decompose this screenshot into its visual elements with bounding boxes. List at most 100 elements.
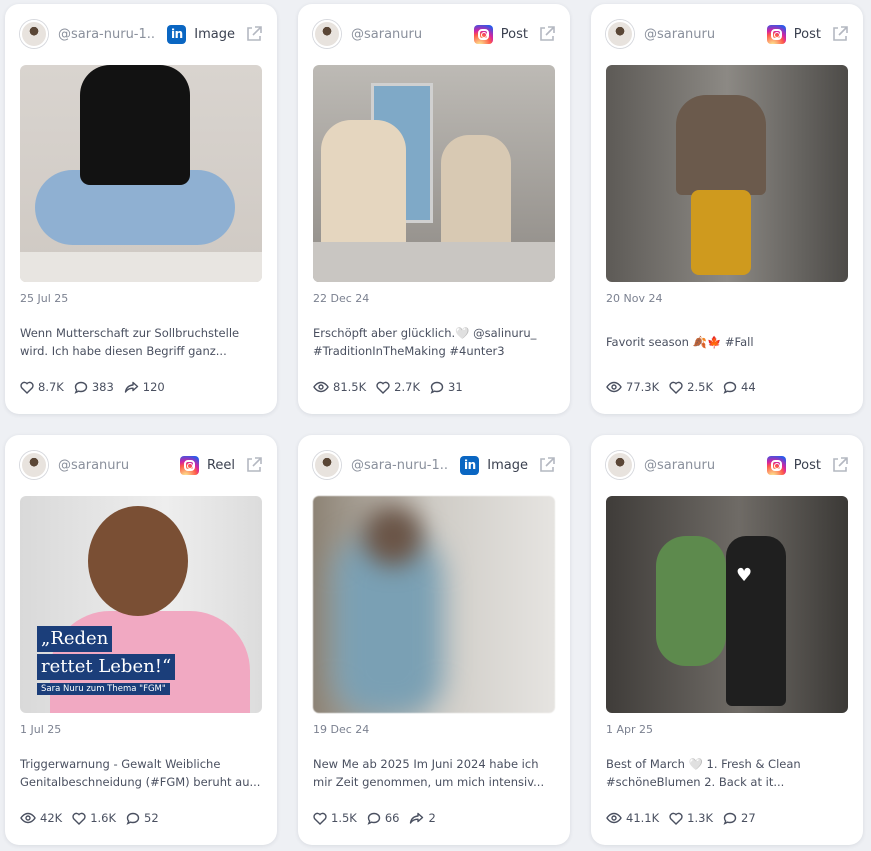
comment-icon	[74, 381, 88, 394]
post-image[interactable]	[313, 65, 555, 282]
post-type-label: Post	[793, 26, 821, 42]
post-card[interactable]: @sara-nuru-1... in Image 19 Dec 24 New M…	[298, 435, 570, 845]
post-type-label: Post	[793, 457, 821, 473]
post-stats: 1.5K 66 2	[313, 811, 446, 825]
share-icon	[124, 381, 138, 393]
card-header: @saranuru Post	[313, 19, 556, 49]
external-link-icon[interactable]	[538, 456, 556, 474]
account-handle: @saranuru	[351, 26, 423, 42]
eye-icon	[20, 812, 36, 824]
caption-line: wird. Ich habe diesen Begriff ganz...	[20, 344, 227, 358]
post-caption: New Me ab 2025 Im Juni 2024 habe ich mir…	[313, 755, 555, 791]
post-card[interactable]: @saranuru Post 22 Dec 24 Erschöpft aber …	[298, 4, 570, 414]
platform-badge: Post	[473, 24, 528, 44]
eye-icon	[606, 812, 622, 824]
instagram-icon	[473, 24, 493, 44]
views-stat: 81.5K	[313, 380, 366, 394]
likes-stat: 1.3K	[669, 811, 713, 825]
avatar	[313, 20, 341, 48]
account-handle: @sara-nuru-1...	[351, 457, 449, 473]
post-card[interactable]: @saranuru Reel „Reden rettet Leben!“ Sar…	[5, 435, 277, 845]
reel-quote: „Reden rettet Leben!“	[37, 626, 176, 682]
account-handle: @saranuru	[644, 26, 716, 42]
post-card[interactable]: @sara-nuru-1... in Image 25 Jul 25 Wenn …	[5, 4, 277, 414]
post-type-label: Image	[194, 26, 235, 42]
comments-stat: 383	[74, 380, 114, 394]
shares-stat: 2	[409, 811, 436, 825]
post-image[interactable]	[606, 65, 848, 282]
likes-stat: 1.5K	[313, 811, 357, 825]
post-card[interactable]: @saranuru Post 20 Nov 24 Favorit season …	[591, 4, 863, 414]
post-caption: Erschöpft aber glücklich.🤍 @salinuru_ #T…	[313, 324, 555, 360]
card-header: @saranuru Post	[606, 450, 849, 480]
heart-icon	[313, 812, 327, 825]
post-caption: Wenn Mutterschaft zur Sollbruchstelle wi…	[20, 324, 262, 360]
post-date: 20 Nov 24	[606, 292, 663, 305]
account-handle: @saranuru	[58, 457, 130, 473]
platform-badge: in Image	[167, 24, 235, 44]
views-stat: 41.1K	[606, 811, 659, 825]
comments-stat: 66	[367, 811, 399, 825]
post-image[interactable]: ♥	[606, 496, 848, 713]
post-type-label: Post	[500, 26, 528, 42]
instagram-icon	[766, 455, 786, 475]
post-date: 1 Jul 25	[20, 723, 62, 736]
caption-line: New Me ab 2025 Im Juni 2024 habe ich	[313, 757, 539, 771]
post-caption: Favorit season 🍂🍁 #Fall	[606, 333, 848, 351]
comment-icon	[723, 812, 737, 825]
posts-grid: @sara-nuru-1... in Image 25 Jul 25 Wenn …	[5, 4, 863, 845]
post-type-label: Reel	[206, 457, 235, 473]
card-header: @saranuru Post	[606, 19, 849, 49]
post-image[interactable]	[20, 65, 262, 282]
post-date: 25 Jul 25	[20, 292, 69, 305]
eye-icon	[606, 381, 622, 393]
avatar	[313, 451, 341, 479]
post-card[interactable]: @saranuru Post ♥ 1 Apr 25 Best of March …	[591, 435, 863, 845]
post-stats: 81.5K 2.7K 31	[313, 380, 473, 394]
likes-stat: 2.7K	[376, 380, 420, 394]
external-link-icon[interactable]	[831, 456, 849, 474]
comment-icon	[430, 381, 444, 394]
external-link-icon[interactable]	[245, 25, 263, 43]
caption-line: Genitalbeschneidung (#FGM) beruht au...	[20, 775, 261, 789]
post-image[interactable]	[313, 496, 555, 713]
comment-icon	[367, 812, 381, 825]
likes-stat: 1.6K	[72, 811, 116, 825]
avatar	[606, 20, 634, 48]
instagram-icon	[179, 455, 199, 475]
heart-icon	[72, 812, 86, 825]
caption-line: Triggerwarnung - Gewalt Weibliche	[20, 757, 221, 771]
likes-stat: 2.5K	[669, 380, 713, 394]
share-icon	[410, 812, 424, 824]
instagram-icon	[766, 24, 786, 44]
post-stats: 8.7K 383 120	[20, 380, 175, 394]
views-stat: 77.3K	[606, 380, 659, 394]
post-date: 22 Dec 24	[313, 292, 370, 305]
post-type-label: Image	[487, 457, 528, 473]
comment-icon	[723, 381, 737, 394]
post-stats: 41.1K 1.3K 27	[606, 811, 766, 825]
post-date: 19 Dec 24	[313, 723, 370, 736]
avatar	[20, 20, 48, 48]
caption-line: Favorit season 🍂🍁 #Fall	[606, 335, 754, 349]
platform-badge: Post	[766, 24, 821, 44]
caption-line: #schöneBlumen 2. Back at it...	[606, 775, 785, 789]
external-link-icon[interactable]	[831, 25, 849, 43]
platform-badge: Reel	[179, 455, 235, 475]
eye-icon	[313, 381, 329, 393]
linkedin-icon: in	[167, 24, 187, 44]
external-link-icon[interactable]	[538, 25, 556, 43]
heart-icon	[376, 381, 390, 394]
shares-stat: 120	[124, 380, 165, 394]
comments-stat: 31	[430, 380, 463, 394]
linkedin-icon: in	[460, 455, 480, 475]
caption-line: mir Zeit genommen, um mich intensiv...	[313, 775, 545, 789]
post-image[interactable]: „Reden rettet Leben!“ Sara Nuru zum Them…	[20, 496, 262, 713]
caption-line: Wenn Mutterschaft zur Sollbruchstelle	[20, 326, 240, 340]
post-stats: 42K 1.6K 52	[20, 811, 169, 825]
platform-badge: Post	[766, 455, 821, 475]
external-link-icon[interactable]	[245, 456, 263, 474]
caption-line: Erschöpft aber glücklich.🤍 @salinuru_	[313, 326, 537, 340]
card-header: @saranuru Reel	[20, 450, 263, 480]
comment-icon	[126, 812, 140, 825]
